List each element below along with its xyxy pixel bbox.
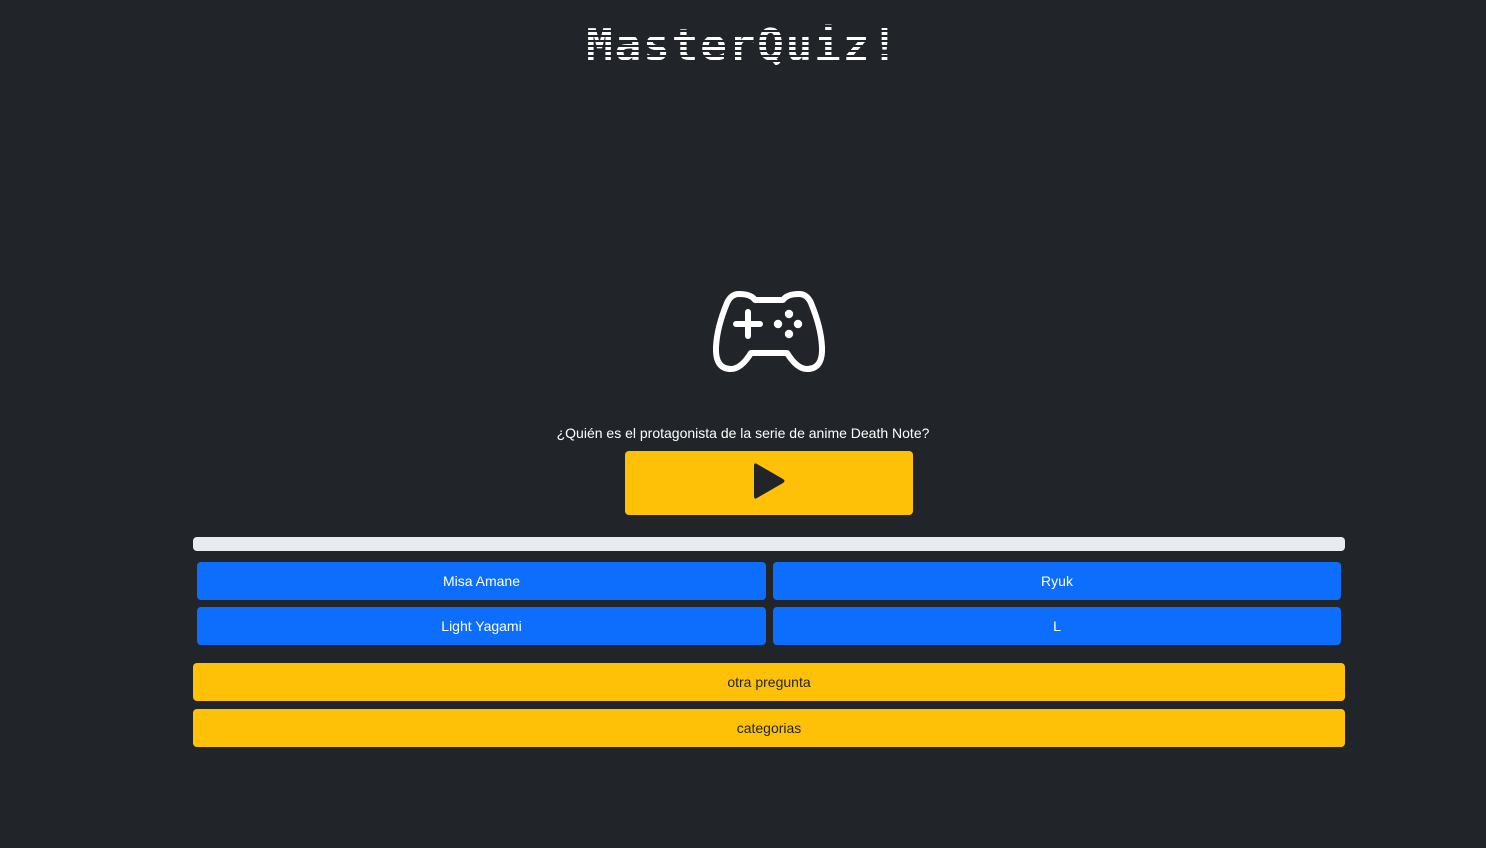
answer-label: Misa Amane: [442, 573, 521, 589]
next-question-label: otra pregunta: [727, 674, 811, 690]
app-title: MasterQuiz!: [586, 20, 900, 71]
play-button[interactable]: [625, 451, 913, 515]
quiz-page: MasterQuiz! ¿Quién es el protagonista de…: [0, 0, 1486, 848]
progress-bar: [193, 537, 1345, 551]
answer-label: Light Yagami: [441, 618, 522, 634]
header: MasterQuiz!: [0, 22, 1486, 70]
question-text: ¿Quién es el protagonista de la serie de…: [556, 425, 930, 441]
answer-label: L: [1053, 618, 1061, 634]
next-question-button[interactable]: otra pregunta: [193, 663, 1345, 701]
answer-button-3[interactable]: Light Yagami: [197, 607, 766, 645]
categories-button[interactable]: categorias: [193, 709, 1345, 747]
answer-button-1[interactable]: Misa Amane: [197, 562, 766, 600]
play-icon: [752, 461, 786, 506]
gamepad-icon: [712, 289, 826, 375]
categories-label: categorias: [736, 720, 802, 736]
answer-label: Ryuk: [1041, 573, 1073, 589]
answer-button-4[interactable]: L: [773, 607, 1341, 645]
answer-button-2[interactable]: Ryuk: [773, 562, 1341, 600]
